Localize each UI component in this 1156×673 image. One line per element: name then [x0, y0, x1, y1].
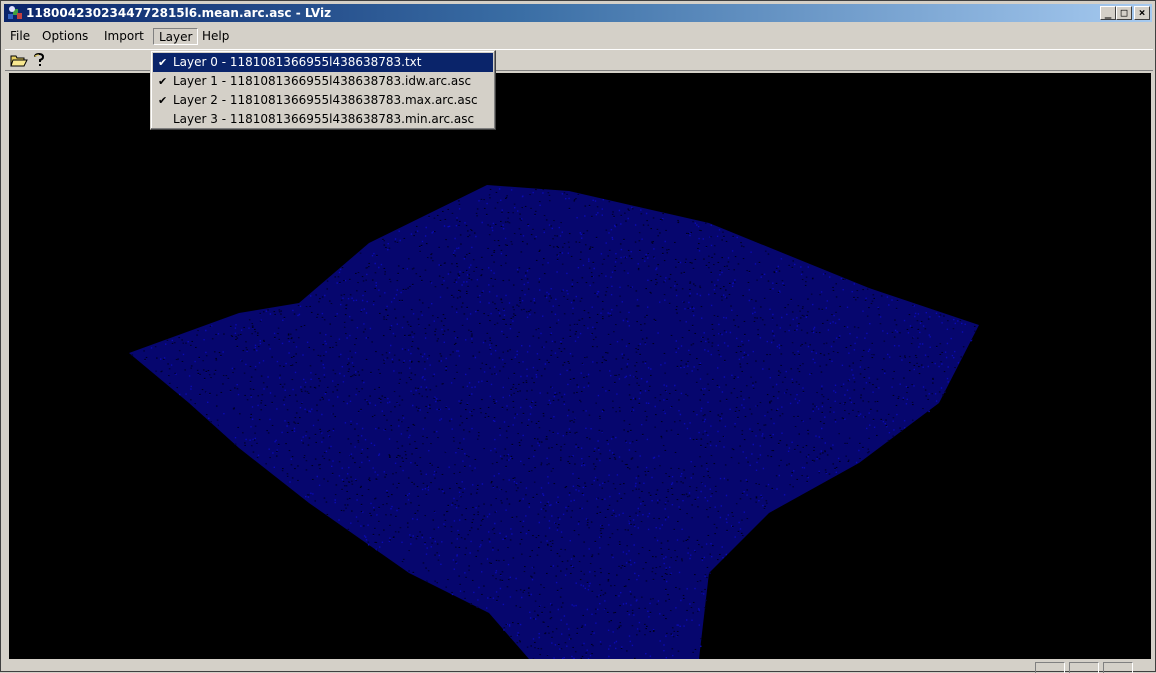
layer-menu-item-label: Layer 0 - 1181081366955l438638783.txt: [173, 55, 422, 69]
status-pane-2: [1069, 662, 1099, 673]
menu-bar: File Options Import Layer Help: [5, 25, 1153, 47]
3d-viewport[interactable]: [9, 73, 1151, 659]
layer-menu-item-3[interactable]: Layer 3 - 1181081366955l438638783.min.ar…: [153, 110, 493, 129]
point-cloud-terrain: [129, 185, 979, 659]
checkmark-icon: ✔: [158, 94, 168, 107]
status-pane-3: [1103, 662, 1133, 673]
maximize-button[interactable]: □: [1116, 6, 1132, 20]
open-folder-icon[interactable]: [9, 52, 29, 69]
menu-help[interactable]: Help: [197, 28, 234, 45]
menu-layer[interactable]: Layer: [153, 28, 199, 45]
layer-menu-item-2[interactable]: ✔ Layer 2 - 1181081366955l438638783.max.…: [153, 91, 493, 110]
layer-menu-item-label: Layer 2 - 1181081366955l438638783.max.ar…: [173, 93, 478, 107]
menu-file[interactable]: File: [5, 28, 35, 45]
help-icon[interactable]: [29, 52, 49, 69]
layer-menu-item-1[interactable]: ✔ Layer 1 - 1181081366955l438638783.idw.…: [153, 72, 493, 91]
window-title: 1180042302344772815l6.mean.arc.asc - LVi…: [26, 6, 332, 20]
status-pane-1: [1035, 662, 1065, 673]
layer-menu-item-0[interactable]: ✔ Layer 0 - 1181081366955l438638783.txt: [153, 53, 493, 72]
close-button[interactable]: ×: [1134, 6, 1150, 20]
layer-menu-item-label: Layer 1 - 1181081366955l438638783.idw.ar…: [173, 74, 472, 88]
lviz-app-icon: [7, 5, 23, 21]
title-bar[interactable]: 1180042302344772815l6.mean.arc.asc - LVi…: [4, 4, 1152, 22]
checkmark-icon: ✔: [158, 75, 168, 88]
status-bar: [5, 661, 1153, 673]
minimize-button[interactable]: _: [1100, 6, 1116, 20]
layer-menu-item-label: Layer 3 - 1181081366955l438638783.min.ar…: [173, 112, 475, 126]
terrain-base: [129, 185, 979, 659]
checkmark-icon: ✔: [158, 56, 168, 69]
layer-dropdown-menu: ✔ Layer 0 - 1181081366955l438638783.txt …: [150, 50, 496, 130]
menu-import[interactable]: Import: [99, 28, 149, 45]
menu-options[interactable]: Options: [37, 28, 93, 45]
